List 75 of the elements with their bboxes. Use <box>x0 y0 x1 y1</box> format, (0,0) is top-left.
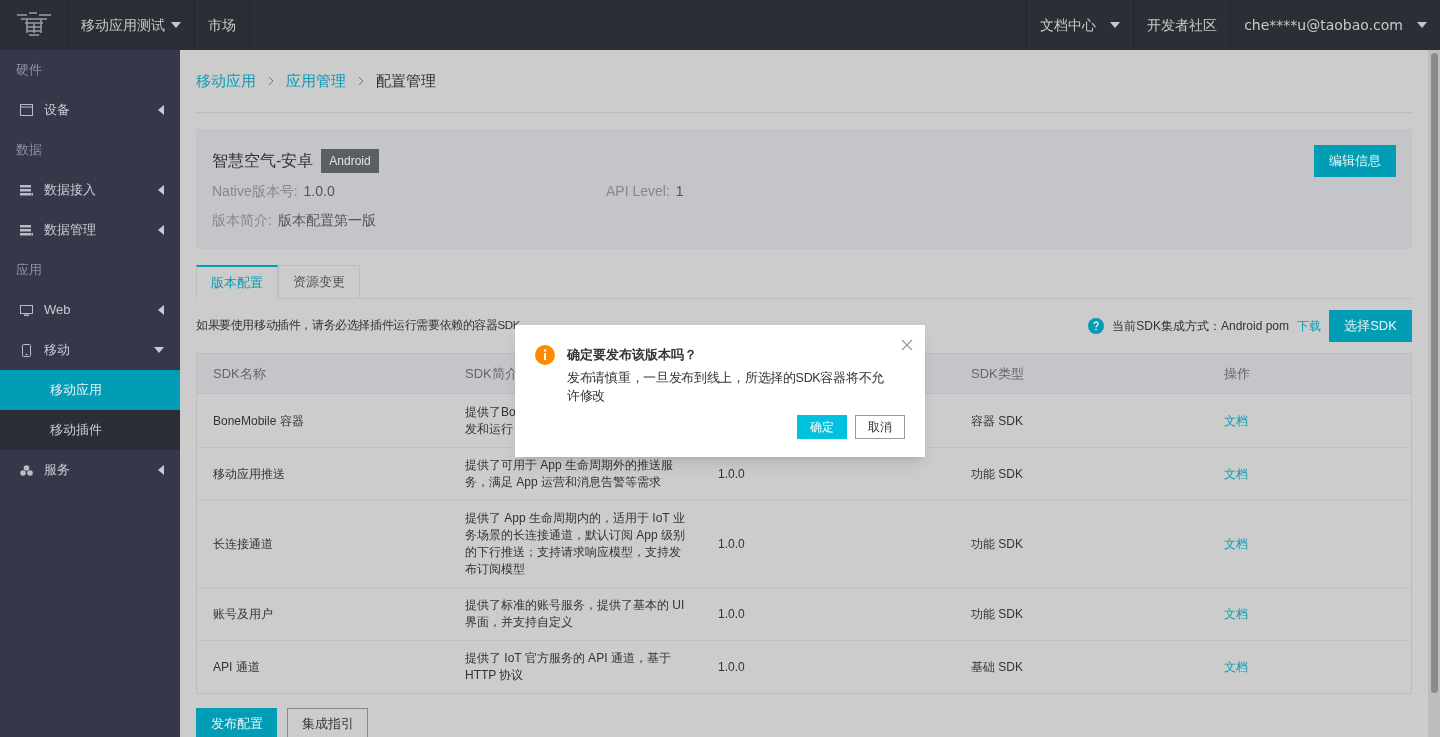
field-label: API Level: <box>606 182 670 201</box>
field-value: 版本配置第一版 <box>277 211 376 230</box>
sidebar-subitem[interactable]: 移动插件 <box>0 410 180 450</box>
sidebar-item[interactable]: Web <box>0 290 180 330</box>
table-cell: 提供了标准的账号服务，提供了基本的 UI 界面，并支持自定义 <box>465 597 686 631</box>
monitor-icon <box>20 304 33 316</box>
table-cell: 基础 SDK <box>971 660 1023 674</box>
caret-icon <box>158 185 164 195</box>
sidebar-item[interactable]: 设备 <box>0 90 180 130</box>
caret-icon <box>154 347 164 353</box>
section-label: 硬件 <box>16 61 42 80</box>
action-button[interactable]: 发布配置 <box>196 708 277 737</box>
sidebar-item[interactable]: 服务 <box>0 450 180 490</box>
table-cell: 移动应用推送 <box>213 467 285 481</box>
caret-icon <box>158 105 164 115</box>
caret-icon <box>158 465 164 475</box>
sidebar-item[interactable]: 数据接入 <box>0 170 180 210</box>
info-icon <box>535 345 555 365</box>
sdk-mode-text: 当前SDK集成方式：Android pom <box>1112 318 1289 335</box>
nav-menu-item[interactable]: 文档中心 <box>1026 0 1134 50</box>
caret-icon <box>1417 22 1427 28</box>
select-sdk-button[interactable]: 选择SDK <box>1329 310 1412 342</box>
sidebar-item[interactable]: 移动 <box>0 330 180 370</box>
field-value: 1.0.0 <box>303 182 335 201</box>
table-cell: 功能 SDK <box>971 467 1023 481</box>
table-cell: 1.0.0 <box>718 660 745 674</box>
field-label: 版本简介: <box>212 211 272 230</box>
caret-icon <box>158 225 164 235</box>
table-cell: 账号及用户 <box>213 607 273 621</box>
platform-tag: Android <box>321 149 379 173</box>
scrollbar-thumb[interactable] <box>1430 53 1438 693</box>
chevron-right-icon <box>268 76 274 86</box>
list-icon <box>20 184 33 196</box>
table-cell: 1.0.0 <box>718 467 745 481</box>
phone-icon <box>22 343 31 357</box>
cluster-icon <box>20 464 33 476</box>
dialog-title: 确定要发布该版本吗？ <box>567 346 698 364</box>
table-cell-text: 提供了 IoT 官方服务的 API 通道，基于 HTTP 协议 <box>465 650 672 684</box>
table-cell: 1.0.0 <box>718 607 745 621</box>
section-label: 应用 <box>16 261 42 280</box>
table-cell: 长连接通道 <box>213 537 273 551</box>
chevron-right-icon <box>358 76 364 86</box>
column-header: 操作 <box>1224 365 1250 381</box>
caret-icon <box>1110 22 1121 28</box>
table-cell: 功能 SDK <box>971 607 1023 621</box>
table-cell-text: 提供了Bo 发和运行 <box>465 403 517 438</box>
sidebar-subitem[interactable]: 移动应用 <box>0 370 180 410</box>
table-cell: 功能 SDK <box>971 537 1023 551</box>
dialog-message: 发布请慎重，一旦发布到线上，所选择的SDK容器将不允许修改 <box>567 370 885 405</box>
table-cell: BoneMobile 容器 <box>213 413 304 428</box>
help-icon <box>1088 318 1105 334</box>
table-cell: 提供了 App 生命周期内的，适用于 IoT 业务场景的长连接通道，默认订阅 App 级别的下行推送；支持请求响应模型，支持发布订阅模型 <box>465 510 686 578</box>
table-cell: API 通道 <box>213 660 260 674</box>
close-icon[interactable] <box>901 339 913 351</box>
breadcrumb-current: 配置管理 <box>376 70 436 91</box>
nav-menu-item[interactable]: 开发者社区 <box>1133 0 1231 50</box>
column-header: SDK类型 <box>971 365 1024 381</box>
table-cell-text: 提供了可用于 App 生命周期外的推送服务，满足 App 运营和消息告警等需求 <box>465 457 675 491</box>
action-button[interactable]: 集成指引 <box>287 708 368 737</box>
table-cell: 容器 SDK <box>971 413 1023 428</box>
caret-icon <box>158 305 164 315</box>
field-value: 1 <box>675 182 684 201</box>
field-label: Native版本号: <box>212 182 298 201</box>
nav-menu-item[interactable]: 市场 <box>195 0 250 50</box>
table-cell: 1.0.0 <box>718 537 745 551</box>
dialog-button[interactable]: 取消 <box>855 415 905 439</box>
list-icon <box>20 224 33 236</box>
sidebar-item[interactable]: 数据管理 <box>0 210 180 250</box>
app-name: 智慧空气-安卓 <box>212 151 314 171</box>
edit-info-button[interactable]: 编辑信息 <box>1314 145 1396 177</box>
tab[interactable]: 资源变更 <box>278 265 360 299</box>
caret-icon <box>171 22 181 28</box>
column-header: SDK名称 <box>213 365 266 381</box>
window-icon <box>20 104 33 116</box>
section-label: 数据 <box>16 141 42 160</box>
